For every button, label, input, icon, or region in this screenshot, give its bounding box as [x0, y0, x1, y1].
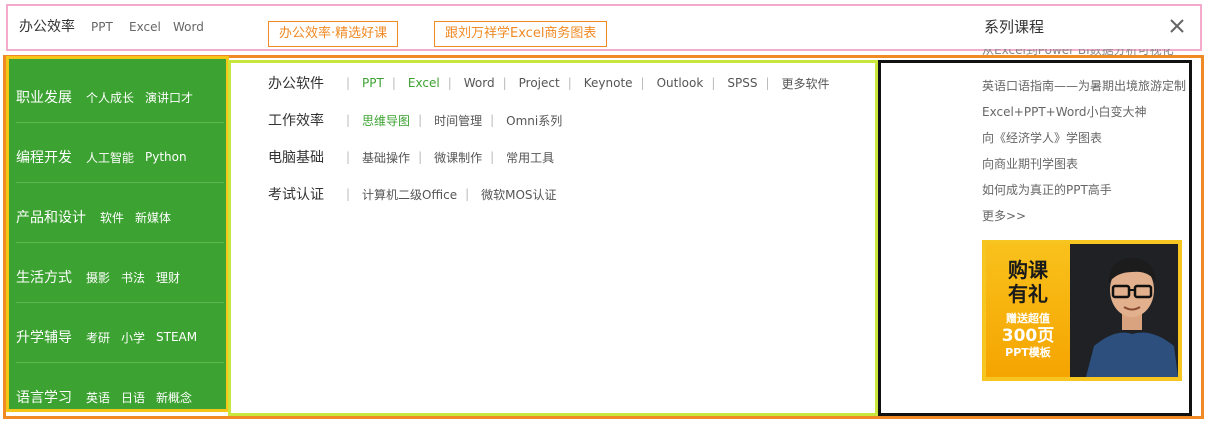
divider: |	[447, 76, 452, 90]
link-micro-course[interactable]: 微课制作	[434, 149, 482, 166]
subcategory-link[interactable]: 摄影	[86, 269, 110, 286]
subcategory-link[interactable]: 个人成长	[86, 89, 134, 106]
promo-image: 购课 有礼 赠送超值 300页 PPT模板	[986, 244, 1178, 377]
row-label: 工作效率	[268, 113, 324, 129]
divider: |	[346, 76, 351, 90]
divider	[16, 242, 224, 243]
link-ppt[interactable]: PPT	[362, 76, 384, 90]
promo-subtext: 300页	[1001, 326, 1055, 346]
promo-text-block: 购课 有礼 赠送超值 300页 PPT模板	[986, 244, 1070, 377]
link-keynote[interactable]: Keynote	[584, 76, 633, 90]
category-career[interactable]: 职业发展 个人成长 演讲口才	[16, 67, 224, 127]
excel-charts-course-button[interactable]: 跟刘万祥学Excel商务图表	[434, 21, 608, 47]
divider: |	[391, 76, 396, 90]
series-courses-title: 系列课程	[984, 18, 1045, 36]
divider: |	[765, 76, 770, 90]
subcategory-link[interactable]: 理财	[156, 269, 180, 286]
divider: |	[640, 76, 645, 90]
link-row-certification: 考试认证 | 计算机二级Office | 微软MOS认证	[268, 182, 557, 206]
link-computer-level-2[interactable]: 计算机二级Office	[362, 186, 457, 203]
category-sidebar: 职业发展 个人成长 演讲口才 编程开发 人工智能 Python 产品和设计 软件…	[6, 56, 229, 412]
subcategory-link[interactable]: 日语	[121, 389, 145, 406]
divider: |	[502, 76, 507, 90]
row-label: 办公软件	[268, 76, 324, 92]
series-item[interactable]: 英语口语指南——为暑期出境旅游定制	[982, 77, 1186, 94]
divider: |	[418, 113, 423, 127]
subcategory-link[interactable]: 软件	[100, 209, 124, 226]
top-category-label: 办公效率	[19, 19, 75, 35]
divider: |	[490, 113, 495, 127]
category-language[interactable]: 语言学习 英语 日语 新概念	[16, 367, 224, 427]
series-item-clipped[interactable]: 从Excel到Power BI数据分析可视化	[982, 49, 1196, 61]
divider: |	[346, 113, 351, 127]
link-row-office-software: 办公软件 | PPT | Excel | Word | Project | Ke…	[268, 71, 830, 95]
category-label[interactable]: 语言学习	[16, 387, 72, 407]
subcategory-link[interactable]: 英语	[86, 389, 110, 406]
category-label[interactable]: 升学辅导	[16, 327, 72, 347]
divider: |	[465, 187, 470, 201]
promo-headline: 有礼	[1008, 282, 1048, 306]
subcategory-link[interactable]: 书法	[121, 269, 145, 286]
instructor-photo-icon	[1086, 258, 1178, 377]
subcategory-links-panel: 办公软件 | PPT | Excel | Word | Project | Ke…	[228, 60, 878, 416]
link-word[interactable]: Word	[464, 76, 495, 90]
promo-banner[interactable]: 购课 有礼 赠送超值 300页 PPT模板	[982, 240, 1182, 381]
category-education[interactable]: 升学辅导 考研 小学 STEAM	[16, 307, 224, 367]
top-link-excel[interactable]: Excel	[129, 6, 161, 49]
close-icon[interactable]	[1166, 15, 1188, 37]
link-more-software[interactable]: 更多软件	[782, 75, 830, 92]
divider	[16, 182, 224, 183]
divider	[16, 362, 224, 363]
link-omni-series[interactable]: Omni系列	[506, 112, 562, 129]
category-label[interactable]: 产品和设计	[16, 207, 86, 227]
link-excel[interactable]: Excel	[408, 76, 440, 90]
category-label[interactable]: 编程开发	[16, 147, 72, 167]
link-outlook[interactable]: Outlook	[657, 76, 704, 90]
divider	[16, 302, 224, 303]
subcategory-link[interactable]: 考研	[86, 329, 110, 346]
series-item[interactable]: 向《经济学人》学图表	[982, 129, 1102, 146]
category-programming[interactable]: 编程开发 人工智能 Python	[16, 127, 224, 187]
subcategory-link[interactable]: 新媒体	[135, 209, 171, 226]
subcategory-link[interactable]: 小学	[121, 329, 145, 346]
link-mind-map[interactable]: 思维导图	[362, 112, 410, 129]
link-project[interactable]: Project	[519, 76, 560, 90]
divider: |	[418, 150, 423, 164]
series-item[interactable]: 如何成为真正的PPT高手	[982, 181, 1112, 198]
link-basic-operations[interactable]: 基础操作	[362, 149, 410, 166]
series-more-link[interactable]: 更多>>	[982, 207, 1026, 224]
link-row-productivity: 工作效率 | 思维导图 | 时间管理 | Omni系列	[268, 108, 562, 132]
subcategory-link[interactable]: 演讲口才	[145, 89, 193, 106]
divider: |	[346, 150, 351, 164]
divider: |	[567, 76, 572, 90]
link-time-management[interactable]: 时间管理	[434, 112, 482, 129]
promo-subtext: PPT模板	[1005, 346, 1051, 359]
series-item[interactable]: 向商业期刊学图表	[982, 155, 1078, 172]
subcategory-link[interactable]: 人工智能	[86, 149, 134, 166]
link-row-computer-basics: 电脑基础 | 基础操作 | 微课制作 | 常用工具	[268, 145, 554, 169]
category-label[interactable]: 生活方式	[16, 267, 72, 287]
subcategory-link[interactable]: STEAM	[156, 330, 197, 344]
series-item[interactable]: Excel+PPT+Word小白变大神	[982, 103, 1147, 120]
divider: |	[346, 187, 351, 201]
category-label[interactable]: 职业发展	[16, 87, 72, 107]
divider	[16, 122, 224, 123]
category-product-design[interactable]: 产品和设计 软件 新媒体	[16, 187, 224, 247]
subcategory-link[interactable]: 新概念	[156, 389, 192, 406]
top-bar: 办公效率 PPT Excel Word 办公效率·精选好课 跟刘万祥学Excel…	[6, 4, 1202, 51]
promo-headline: 购课	[1008, 258, 1048, 282]
featured-courses-button[interactable]: 办公效率·精选好课	[268, 21, 399, 47]
promo-subtext: 赠送超值	[1006, 312, 1050, 325]
row-label: 电脑基础	[268, 150, 324, 166]
link-common-tools[interactable]: 常用工具	[506, 149, 554, 166]
category-lifestyle[interactable]: 生活方式 摄影 书法 理财	[16, 247, 224, 307]
divider: |	[711, 76, 716, 90]
top-link-word[interactable]: Word	[173, 6, 204, 49]
link-spss[interactable]: SPSS	[727, 76, 757, 90]
top-link-ppt[interactable]: PPT	[91, 6, 113, 49]
link-mos-cert[interactable]: 微软MOS认证	[481, 186, 556, 203]
row-label: 考试认证	[268, 187, 324, 203]
subcategory-link[interactable]: Python	[145, 150, 187, 164]
divider: |	[490, 150, 495, 164]
